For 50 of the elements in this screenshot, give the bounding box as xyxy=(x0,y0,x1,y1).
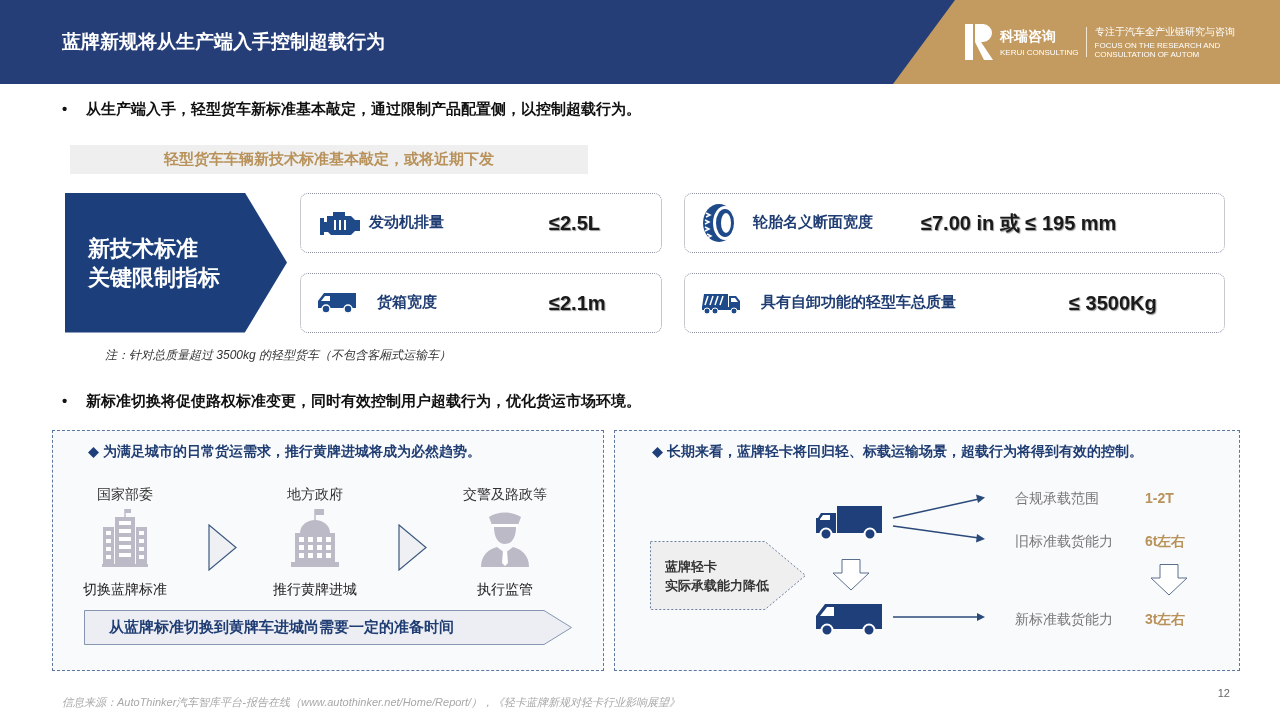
capacity-label: 新标准载货能力 xyxy=(1015,610,1114,629)
tagline-english: FOCUS ON THE RESEARCH AND CONSULTATION OF AUTOM xyxy=(1094,41,1222,59)
spec-value: ≤2.1m xyxy=(549,290,606,316)
capacity-value: 1-2T xyxy=(1145,489,1174,508)
bullet-marker: • xyxy=(62,390,69,411)
spec-label: 具有自卸功能的轻型车总质量 xyxy=(761,292,957,313)
summary-callout: 蓝牌轻卡 实际承载能力降低 xyxy=(650,541,806,610)
step-action: 执行监管 xyxy=(477,580,533,598)
bullet-text: 新标准切换将促使路权标准变更，同时有效控制用户超载行为，优化货运市场环境。 xyxy=(86,390,641,411)
step-actor: 地方政府 xyxy=(287,485,343,503)
step-action: 切换蓝牌标准 xyxy=(83,580,167,598)
spec-value: ≤ 3500Kg xyxy=(1069,290,1157,316)
spec-label: 轮胎名义断面宽度 xyxy=(753,212,874,233)
panel-heading: 为满足城市的日常货运需求，推行黄牌进城将成为必然趋势。 xyxy=(103,443,481,461)
triangle-arrow-icon xyxy=(397,524,427,571)
diamond-icon xyxy=(88,446,99,458)
spec-value: ≤7.00 in 或 ≤ 195 mm xyxy=(921,210,1117,236)
slide-title: 蓝牌新规将从生产端入手控制超载行为 xyxy=(62,29,385,54)
capacity-value: 6t左右 xyxy=(1145,532,1186,551)
van-icon xyxy=(815,602,882,636)
page-number: 12 xyxy=(1217,686,1230,701)
brand-subtitle: KERUI CONSULTING xyxy=(1000,47,1079,58)
spec-label: 发动机排量 xyxy=(369,212,445,233)
capacity-label: 合规承载范围 xyxy=(1015,489,1100,508)
diamond-icon xyxy=(652,446,663,458)
step-actor: 交警及路政等 xyxy=(463,485,547,503)
source-note: 信息来源：AutoThinker汽车智库平台-报告在线（www.autothinker.net/Home/Report/），《轻卡蓝牌新规对轻卡行业影响展望》 xyxy=(62,695,681,710)
down-arrow-icon xyxy=(832,559,870,591)
step-actor: 国家部委 xyxy=(97,485,153,503)
spec-label: 货箱宽度 xyxy=(377,292,438,313)
footnote: 注：针对总质量超过 3500kg 的轻型货车（不包含客厢式运输车） xyxy=(105,346,452,363)
chevron-heading: 新技术标准 关键限制指标 xyxy=(88,234,220,292)
logo-icon xyxy=(965,24,995,60)
office-building-icon xyxy=(102,509,148,567)
note-banner: 从蓝牌标准切换到黄牌车进城尚需要一定的准备时间 xyxy=(84,610,572,645)
van-icon xyxy=(317,291,357,314)
subtitle-banner: 轻型货车车辆新技术标准基本敲定，或将近期下发 xyxy=(70,144,588,174)
capacity-value: 3t左右 xyxy=(1145,610,1186,629)
panel-heading: 长期来看，蓝牌轻卡将回归轻、标载运输场景，超载行为将得到有效的控制。 xyxy=(667,443,1143,461)
bullet-marker: • xyxy=(62,99,69,119)
tagline: 专注于汽车全产业链研究与咨询 xyxy=(1094,25,1235,38)
government-building-icon xyxy=(290,509,340,567)
spec-value: ≤2.5L xyxy=(549,210,600,236)
down-arrow-icon xyxy=(1150,564,1188,596)
triangle-arrow-icon xyxy=(207,524,237,571)
box-truck-icon xyxy=(815,506,882,540)
brand-name: 科瑞咨询 xyxy=(1000,26,1057,45)
step-action: 推行黄牌进城 xyxy=(273,580,357,598)
capacity-label: 旧标准载货能力 xyxy=(1015,532,1114,551)
bullet-text: 从生产端入手，轻型货车新标准基本敲定，通过限制产品配置侧，以控制超载行为。 xyxy=(86,99,641,120)
